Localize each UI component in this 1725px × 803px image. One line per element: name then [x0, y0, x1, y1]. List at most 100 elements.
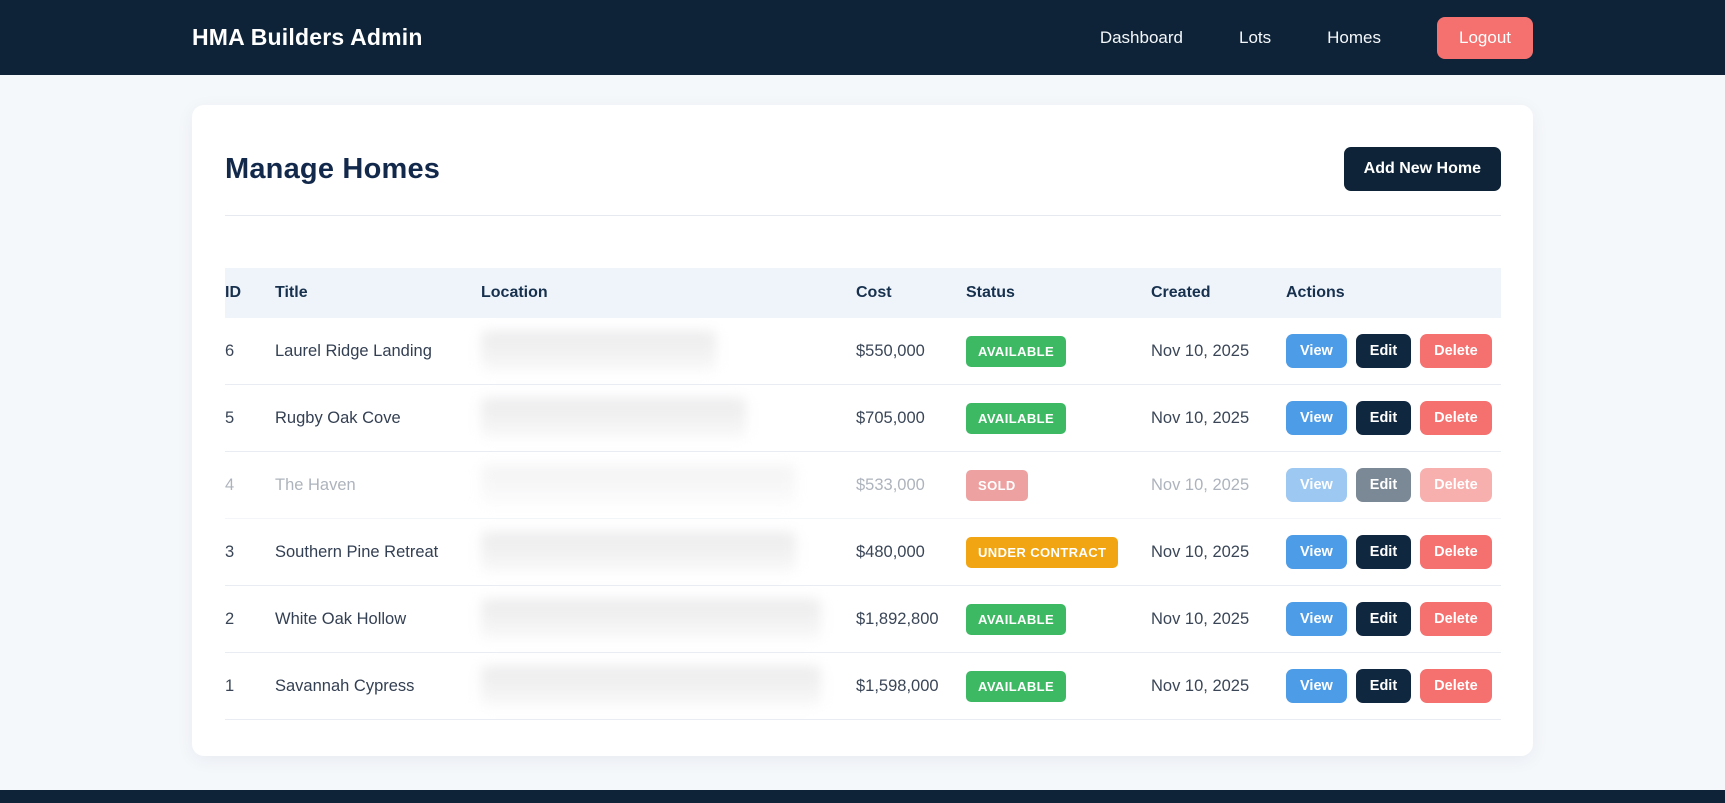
row-id: 4 [225, 475, 235, 494]
actions-cell: View Edit Delete [1286, 334, 1501, 368]
column-header-actions: Actions [1286, 284, 1345, 301]
status-badge: UNDER CONTRACT [966, 536, 1119, 568]
status-cell: AVAILABLE [966, 335, 1151, 367]
home-title: White Oak Hollow [275, 609, 407, 628]
nav-link-lots[interactable]: Lots [1239, 28, 1271, 48]
view-button[interactable]: View [1286, 669, 1347, 703]
view-button[interactable]: View [1286, 401, 1347, 435]
row-id: 1 [225, 676, 235, 695]
status-cell: UNDER CONTRACT [966, 536, 1151, 568]
card-header: Manage Homes Add New Home [225, 147, 1501, 191]
home-title: Southern Pine Retreat [275, 542, 439, 561]
navbar-inner: HMA Builders Admin Dashboard Lots Homes … [192, 16, 1533, 59]
top-navbar: HMA Builders Admin Dashboard Lots Homes … [0, 0, 1725, 75]
home-title: Rugby Oak Cove [275, 408, 401, 427]
created-date: Nov 10, 2025 [1151, 408, 1250, 427]
cost-value: $480,000 [856, 542, 925, 561]
table-row: 5 Rugby Oak Cove $705,000 AVAILABLE Nov … [225, 385, 1501, 452]
status-badge: AVAILABLE [966, 335, 1067, 367]
status-badge: SOLD [966, 469, 1028, 501]
brand-title: HMA Builders Admin [192, 24, 423, 50]
created-date: Nov 10, 2025 [1151, 475, 1250, 494]
home-title: Laurel Ridge Landing [275, 341, 432, 360]
edit-button[interactable]: Edit [1355, 602, 1412, 636]
view-button[interactable]: View [1286, 334, 1347, 368]
created-date: Nov 10, 2025 [1151, 341, 1250, 360]
logout-button[interactable]: Logout [1437, 16, 1533, 59]
table-header-row: ID Title Location Cost Status Created Ac… [225, 268, 1501, 318]
delete-button[interactable]: Delete [1420, 669, 1492, 703]
table-row: 4 The Haven $533,000 SOLD Nov 10, 2025 V… [225, 452, 1501, 519]
edit-button[interactable]: Edit [1355, 468, 1412, 502]
cost-value: $705,000 [856, 408, 925, 427]
delete-button[interactable]: Delete [1420, 334, 1492, 368]
manage-homes-card: Manage Homes Add New Home ID Title Locat… [192, 105, 1533, 756]
delete-button[interactable]: Delete [1420, 535, 1492, 569]
actions-cell: View Edit Delete [1286, 468, 1501, 502]
table-row: 3 Southern Pine Retreat $480,000 UNDER C… [225, 519, 1501, 586]
column-header-title: Title [275, 284, 308, 301]
footer-bar [0, 790, 1725, 803]
edit-button[interactable]: Edit [1355, 669, 1412, 703]
add-new-home-button[interactable]: Add New Home [1343, 147, 1501, 191]
cost-value: $533,000 [856, 475, 925, 494]
table-row: 2 White Oak Hollow $1,892,800 AVAILABLE … [225, 586, 1501, 653]
delete-button[interactable]: Delete [1420, 602, 1492, 636]
created-date: Nov 10, 2025 [1151, 609, 1250, 628]
cost-value: $1,892,800 [856, 609, 939, 628]
row-id: 3 [225, 542, 235, 561]
location-cell [481, 666, 856, 706]
created-date: Nov 10, 2025 [1151, 542, 1250, 561]
location-redacted-blur [481, 532, 796, 572]
location-cell [481, 331, 856, 371]
column-header-created: Created [1151, 284, 1211, 301]
location-cell [481, 532, 856, 572]
status-cell: SOLD [966, 469, 1151, 501]
view-button[interactable]: View [1286, 535, 1347, 569]
location-cell [481, 465, 856, 505]
actions-cell: View Edit Delete [1286, 401, 1501, 435]
cost-value: $550,000 [856, 341, 925, 360]
nav-link-dashboard[interactable]: Dashboard [1100, 28, 1183, 48]
column-header-cost: Cost [856, 284, 892, 301]
column-header-location: Location [481, 284, 548, 301]
edit-button[interactable]: Edit [1355, 334, 1412, 368]
status-badge: AVAILABLE [966, 670, 1067, 702]
status-cell: AVAILABLE [966, 402, 1151, 434]
column-header-status: Status [966, 284, 1015, 301]
view-button[interactable]: View [1286, 468, 1347, 502]
row-id: 6 [225, 341, 235, 360]
actions-cell: View Edit Delete [1286, 602, 1501, 636]
home-title: The Haven [275, 475, 356, 494]
location-redacted-blur [481, 666, 821, 706]
location-redacted-blur [481, 398, 746, 438]
edit-button[interactable]: Edit [1355, 535, 1412, 569]
location-redacted-blur [481, 465, 796, 505]
nav-link-homes[interactable]: Homes [1327, 28, 1381, 48]
location-redacted-blur [481, 331, 716, 371]
row-id: 2 [225, 609, 235, 628]
home-title: Savannah Cypress [275, 676, 415, 695]
table-row: 1 Savannah Cypress $1,598,000 AVAILABLE … [225, 653, 1501, 720]
location-cell [481, 398, 856, 438]
status-cell: AVAILABLE [966, 603, 1151, 635]
row-id: 5 [225, 408, 235, 427]
edit-button[interactable]: Edit [1355, 401, 1412, 435]
delete-button[interactable]: Delete [1420, 401, 1492, 435]
homes-table: ID Title Location Cost Status Created Ac… [225, 268, 1501, 720]
nav-links: Dashboard Lots Homes Logout [1100, 16, 1533, 59]
delete-button[interactable]: Delete [1420, 468, 1492, 502]
actions-cell: View Edit Delete [1286, 535, 1501, 569]
location-cell [481, 599, 856, 639]
status-badge: AVAILABLE [966, 402, 1067, 434]
created-date: Nov 10, 2025 [1151, 676, 1250, 695]
status-cell: AVAILABLE [966, 670, 1151, 702]
cost-value: $1,598,000 [856, 676, 939, 695]
actions-cell: View Edit Delete [1286, 669, 1501, 703]
status-badge: AVAILABLE [966, 603, 1067, 635]
table-row: 6 Laurel Ridge Landing $550,000 AVAILABL… [225, 318, 1501, 385]
header-divider [225, 215, 1501, 216]
column-header-id: ID [225, 284, 241, 301]
location-redacted-blur [481, 599, 821, 639]
view-button[interactable]: View [1286, 602, 1347, 636]
